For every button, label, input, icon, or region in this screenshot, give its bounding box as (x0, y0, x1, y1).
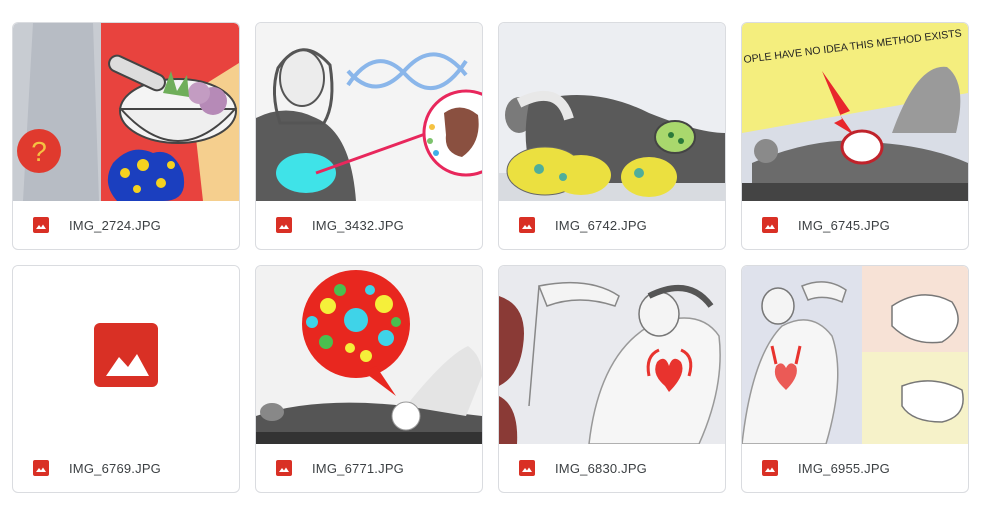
image-file-icon (33, 217, 49, 233)
file-card[interactable]: IMG_6830.JPG (498, 265, 726, 493)
image-file-icon (519, 217, 535, 233)
file-card[interactable]: ? IMG_2724.JPG (12, 22, 240, 250)
file-thumbnail: OPLE HAVE NO IDEA THIS METHOD EXISTS (742, 23, 968, 201)
file-thumbnail: ? (13, 23, 239, 201)
file-card[interactable]: IMG_6771.JPG (255, 265, 483, 493)
image-file-icon (762, 460, 778, 476)
file-name: IMG_6771.JPG (312, 461, 404, 476)
file-name: IMG_6769.JPG (69, 461, 161, 476)
file-name: IMG_6830.JPG (555, 461, 647, 476)
image-file-icon (762, 217, 778, 233)
file-name: IMG_6742.JPG (555, 218, 647, 233)
image-file-icon (519, 460, 535, 476)
large-image-icon (94, 323, 158, 387)
file-thumbnail (742, 266, 968, 444)
image-file-icon (276, 217, 292, 233)
file-name: IMG_6955.JPG (798, 461, 890, 476)
file-card[interactable]: IMG_6742.JPG (498, 22, 726, 250)
file-thumbnail (256, 23, 482, 201)
svg-text:?: ? (31, 136, 47, 167)
file-thumbnail (499, 266, 725, 444)
file-card[interactable]: IMG_6769.JPG (12, 265, 240, 493)
file-name: IMG_6745.JPG (798, 218, 890, 233)
file-card[interactable]: OPLE HAVE NO IDEA THIS METHOD EXISTS IMG… (741, 22, 969, 250)
image-file-icon (33, 460, 49, 476)
file-name: IMG_3432.JPG (312, 218, 404, 233)
file-thumbnail-placeholder (13, 266, 239, 444)
file-thumbnail (256, 266, 482, 444)
file-name: IMG_2724.JPG (69, 218, 161, 233)
file-card[interactable]: IMG_6955.JPG (741, 265, 969, 493)
file-thumbnail (499, 23, 725, 201)
file-card[interactable]: IMG_3432.JPG (255, 22, 483, 250)
image-file-icon (276, 460, 292, 476)
